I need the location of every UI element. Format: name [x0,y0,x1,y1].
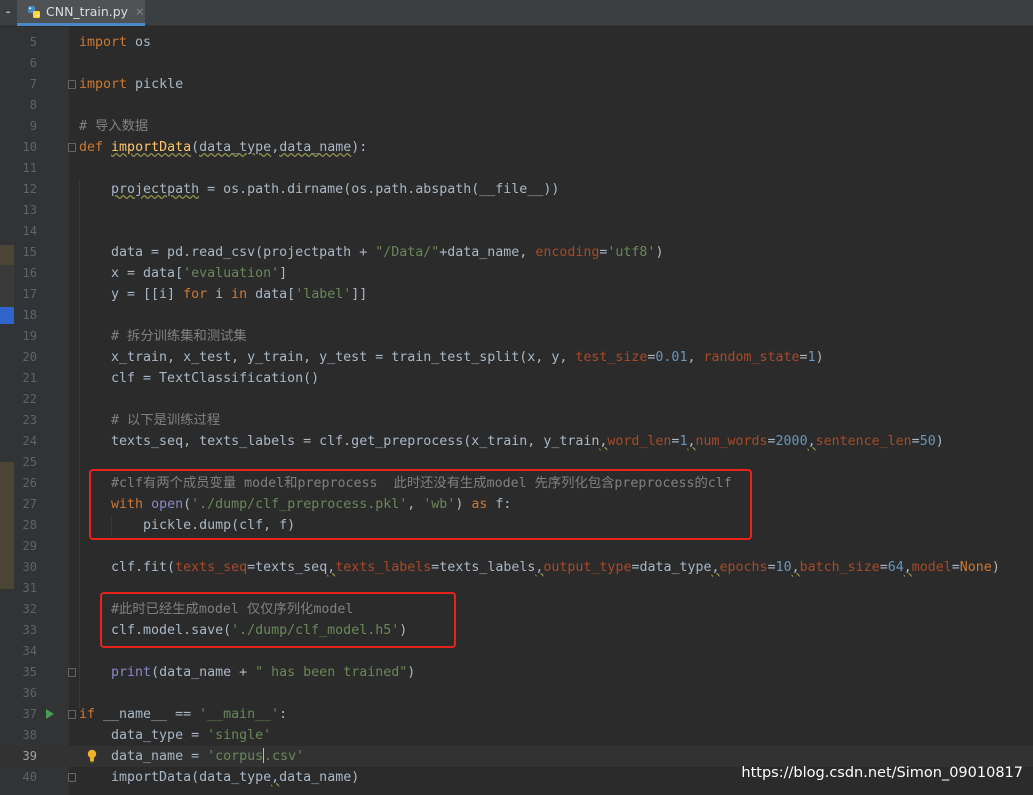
code-line[interactable]: 36 [0,683,1033,704]
line-number: 37 [22,707,37,721]
code-line[interactable]: 21 clf = TextClassification() [0,368,1033,389]
code-line[interactable]: 15 data = pd.read_csv(projectpath + "/Da… [0,242,1033,263]
line-number: 30 [22,560,37,574]
line-number: 13 [22,203,37,217]
line-number: 11 [22,161,37,175]
code-text[interactable]: data_type = 'single' [79,725,271,746]
code-text[interactable]: # 导入数据 [79,116,148,137]
code-line[interactable]: 18 [0,305,1033,326]
code-line[interactable]: 16 x = data['evaluation'] [0,263,1033,284]
code-line[interactable]: 6 [0,53,1033,74]
code-line[interactable]: 8 [0,95,1033,116]
line-number: 14 [22,224,37,238]
code-text[interactable]: texts_seq, texts_labels = clf.get_prepro… [79,431,944,452]
code-text[interactable]: # 拆分训练集和测试集 [79,326,247,347]
code-line[interactable]: 37 if __name__ == '__main__': [0,704,1033,725]
code-line[interactable]: 5 import os [0,32,1033,53]
line-number: 39 [22,749,37,763]
code-text[interactable]: data = pd.read_csv(projectpath + "/Data/… [79,242,663,263]
code-text[interactable]: x = data['evaluation'] [79,263,287,284]
fold-icon[interactable] [68,668,76,677]
line-number: 24 [22,434,37,448]
line-number: 28 [22,518,37,532]
line-number: 20 [22,350,37,364]
code-line[interactable]: 12 projectpath = os.path.dirname(os.path… [0,179,1033,200]
line-number: 23 [22,413,37,427]
code-line[interactable]: 14 [0,221,1033,242]
code-text[interactable]: x_train, x_test, y_train, y_test = train… [79,347,824,368]
code-line[interactable]: 17 y = [[i] for i in data['label']] [0,284,1033,305]
line-number: 7 [29,77,37,91]
line-number: 16 [22,266,37,280]
code-line[interactable]: 13 [0,200,1033,221]
line-number: 29 [22,539,37,553]
line-number: 33 [22,623,37,637]
code-line[interactable]: 30 clf.fit(texts_seq=texts_seq,texts_lab… [0,557,1033,578]
code-text[interactable]: def importData(data_type,data_name): [79,137,367,158]
python-file-icon [28,5,40,18]
highlight-box-model-save [100,592,456,648]
code-text[interactable]: importData(data_type,data_name) [79,767,359,788]
fold-icon[interactable] [68,143,76,152]
line-number: 25 [22,455,37,469]
code-text[interactable]: import pickle [79,74,183,95]
line-number: 18 [22,308,37,322]
tab-scroll-left-button[interactable]: ⁃ [0,0,16,26]
code-text[interactable]: clf.fit(texts_seq=texts_seq,texts_labels… [79,557,1000,578]
code-line[interactable]: 9 # 导入数据 [0,116,1033,137]
code-text[interactable]: if __name__ == '__main__': [79,704,287,725]
line-number: 10 [22,140,37,154]
code-line[interactable]: 22 [0,389,1033,410]
line-number: 22 [22,392,37,406]
code-text[interactable]: print(data_name + " has been trained") [79,662,415,683]
line-number: 32 [22,602,37,616]
line-number: 6 [29,56,37,70]
code-line[interactable]: 7 import pickle [0,74,1033,95]
code-line[interactable]: 39 data_name = 'corpus.csv' [0,746,1033,767]
code-line[interactable]: 11 [0,158,1033,179]
code-line[interactable]: 35 print(data_name + " has been trained"… [0,662,1033,683]
code-text[interactable]: import os [79,32,151,53]
tab-cnn-train[interactable]: CNN_train.py × [17,0,145,26]
fold-icon[interactable] [68,80,76,89]
code-line[interactable]: 20 x_train, x_test, y_train, y_test = tr… [0,347,1033,368]
code-line[interactable]: 24 texts_seq, texts_labels = clf.get_pre… [0,431,1033,452]
line-number: 9 [29,119,37,133]
line-number: 35 [22,665,37,679]
line-number: 26 [22,476,37,490]
line-number: 8 [29,98,37,112]
run-icon[interactable] [46,709,54,719]
line-number: 40 [22,770,37,784]
code-text[interactable]: y = [[i] for i in data['label']] [79,284,367,305]
code-line[interactable]: 19 # 拆分训练集和测试集 [0,326,1033,347]
highlight-box-pickle-dump [89,469,752,540]
code-line[interactable]: 38 data_type = 'single' [0,725,1033,746]
code-line[interactable]: 10 def importData(data_type,data_name): [0,137,1033,158]
line-number: 31 [22,581,37,595]
line-number: 15 [22,245,37,259]
line-number: 17 [22,287,37,301]
line-number: 27 [22,497,37,511]
line-number: 38 [22,728,37,742]
code-text[interactable]: data_name = 'corpus.csv' [79,746,304,767]
close-icon[interactable]: × [135,5,144,18]
watermark-url: https://blog.csdn.net/Simon_09010817 [741,765,1023,781]
tab-title: CNN_train.py [46,4,129,19]
line-number: 12 [22,182,37,196]
code-text[interactable]: # 以下是训练过程 [79,410,220,431]
fold-icon[interactable] [68,773,76,782]
code-text[interactable]: clf = TextClassification() [79,368,319,389]
fold-icon[interactable] [68,710,76,719]
editor-tab-bar: ⁃ CNN_train.py × [0,0,1033,26]
code-line[interactable]: 23 # 以下是训练过程 [0,410,1033,431]
code-text[interactable]: projectpath = os.path.dirname(os.path.ab… [79,179,559,200]
line-number: 5 [29,35,37,49]
line-number: 36 [22,686,37,700]
line-number: 19 [22,329,37,343]
line-number: 34 [22,644,37,658]
line-number: 21 [22,371,37,385]
